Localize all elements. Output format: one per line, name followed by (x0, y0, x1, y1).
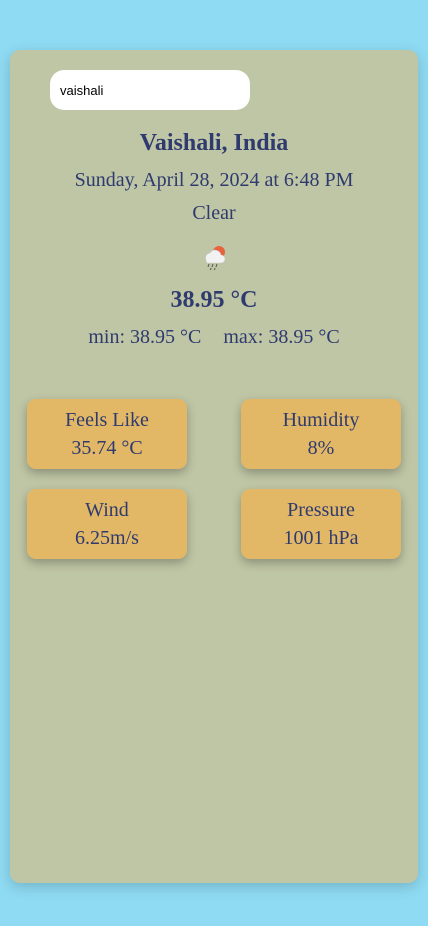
wind-label: Wind (85, 499, 129, 521)
pressure-tile: Pressure 1001 hPa (241, 489, 401, 559)
feels-like-value: 35.74 °C (71, 437, 143, 459)
cloud-rain-sun-icon (205, 246, 226, 271)
humidity-value: 8% (307, 437, 335, 459)
current-temperature: 38.95 °C (170, 287, 258, 313)
city-search-input[interactable] (50, 70, 250, 110)
humidity-label: Humidity (282, 409, 360, 431)
pressure-value: 1001 hPa (283, 527, 359, 549)
feels-like-tile: Feels Like 35.74 °C (27, 399, 187, 469)
humidity-tile: Humidity 8% (241, 399, 401, 469)
weather-condition: Clear (192, 202, 236, 224)
wind-value: 6.25m/s (75, 527, 139, 549)
pressure-label: Pressure (287, 499, 355, 521)
min-max-temperature: min: 38.95 °C max: 38.95 °C (10, 326, 418, 349)
feels-like-label: Feels Like (65, 409, 149, 431)
wind-tile: Wind 6.25m/s (27, 489, 187, 559)
location-title: Vaishali, India (139, 130, 289, 156)
max-temperature: max: 38.95 °C (223, 326, 340, 348)
min-temperature: min: 38.95 °C (88, 326, 202, 348)
date-time: Sunday, April 28, 2024 at 6:48 PM (74, 169, 354, 191)
weather-card: Vaishali, India Sunday, April 28, 2024 a… (10, 50, 418, 883)
